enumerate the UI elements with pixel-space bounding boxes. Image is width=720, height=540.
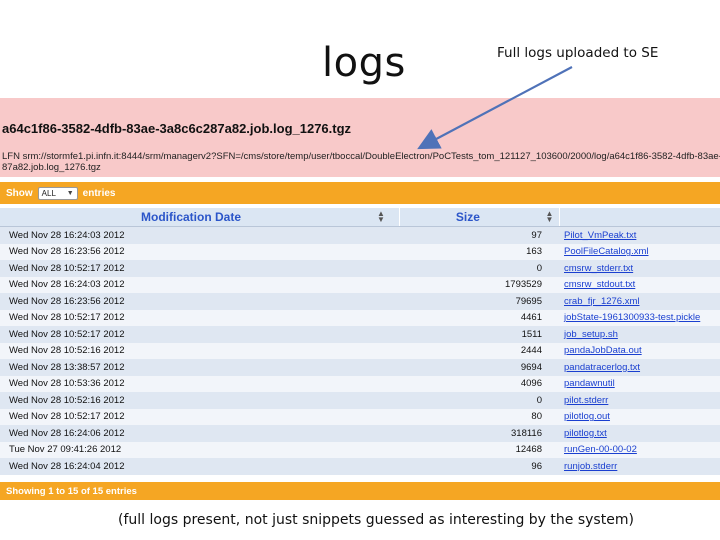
- callout-text: Full logs uploaded to SE: [497, 45, 659, 61]
- file-link[interactable]: PoolFileCatalog.xml: [542, 246, 720, 257]
- column-header-size[interactable]: Size ▲ ▼: [400, 208, 561, 226]
- table-row: Wed Nov 28 16:23:56 2012 163 PoolFileCatal…: [0, 243, 720, 260]
- modification-date-cell: Wed Nov 28 16:23:56 2012: [9, 246, 125, 258]
- size-cell: 163: [526, 246, 542, 258]
- modification-date-cell: Wed Nov 28 10:52:17 2012: [9, 328, 125, 340]
- size-cell: 2444: [520, 345, 542, 357]
- sort-icon: ▲ ▼: [376, 209, 385, 224]
- table-row: Wed Nov 28 16:24:03 2012 97 Pilot_VmPeak.t…: [0, 227, 720, 244]
- table-row: Wed Nov 28 16:24:04 2012 96 runjob.stderr: [0, 458, 720, 475]
- table-row: Wed Nov 28 10:53:36 2012 4096 pandawnutil: [0, 375, 720, 392]
- file-link[interactable]: Pilot_VmPeak.txt: [542, 230, 720, 241]
- table-row: Wed Nov 28 16:24:03 2012 1793529 cmsrw_std…: [0, 276, 720, 293]
- file-link[interactable]: jobState-1961300933-test.pickle: [542, 312, 720, 323]
- modification-date-cell: Wed Nov 28 10:52:17 2012: [9, 262, 125, 274]
- table-info: Showing 1 to 15 of 15 entries: [6, 485, 137, 497]
- log-browser-screenshot: a64c1f86-3582-4dfb-83ae-3a8c6c287a82.job…: [0, 98, 720, 500]
- file-header: a64c1f86-3582-4dfb-83ae-3a8c6c287a82.job…: [0, 98, 720, 177]
- table-row: Wed Nov 28 16:23:56 2012 79695 crab_fjr_12…: [0, 293, 720, 310]
- table-body: Wed Nov 28 16:24:03 2012 97 Pilot_VmPeak.t…: [0, 227, 720, 475]
- show-label: Show: [6, 187, 33, 199]
- table-info-bar: Showing 1 to 15 of 15 entries: [0, 482, 720, 500]
- column-header-file: [560, 208, 720, 226]
- file-link[interactable]: crab_fjr_1276.xml: [542, 296, 720, 307]
- modification-date-cell: Wed Nov 28 10:52:16 2012: [9, 345, 125, 357]
- file-name: a64c1f86-3582-4dfb-83ae-3a8c6c287a82.job…: [2, 121, 352, 136]
- size-cell: 97: [531, 229, 542, 241]
- table-row: Wed Nov 28 10:52:17 2012 1511 job_setup.sh: [0, 326, 720, 343]
- entries-label: entries: [82, 187, 116, 199]
- modification-date-cell: Tue Nov 27 09:41:26 2012: [9, 444, 122, 456]
- modification-date-cell: Wed Nov 28 10:53:36 2012: [9, 378, 125, 390]
- table-row: Wed Nov 28 10:52:17 2012 4461 jobState-196…: [0, 309, 720, 326]
- size-cell: 1511: [521, 328, 542, 340]
- size-cell: 4461: [520, 312, 542, 324]
- file-link[interactable]: job_setup.sh: [542, 329, 720, 340]
- file-link[interactable]: pilot.stderr: [542, 395, 720, 406]
- file-link[interactable]: pilotlog.txt: [542, 428, 720, 439]
- files-table: Modification Date ▲ ▼ Size ▲ ▼ Wed Nov 28 …: [0, 208, 720, 475]
- table-row: Wed Nov 28 13:38:57 2012 9694 pandatracerl…: [0, 359, 720, 376]
- size-cell: 4096: [520, 378, 542, 390]
- modification-date-cell: Wed Nov 28 16:24:06 2012: [9, 427, 125, 439]
- caption-text: (full logs present, not just snippets gu…: [118, 512, 634, 528]
- entries-length-select[interactable]: ALL ▼: [37, 186, 78, 200]
- size-cell: 9694: [520, 361, 542, 373]
- table-header: Modification Date ▲ ▼ Size ▲ ▼: [0, 208, 720, 227]
- size-cell: 318116: [511, 427, 542, 439]
- size-cell: 1793529: [505, 279, 542, 291]
- file-link[interactable]: pandaJobData.out: [542, 345, 720, 356]
- modification-date-cell: Wed Nov 28 10:52:17 2012: [9, 312, 125, 324]
- table-row: Wed Nov 28 16:24:06 2012 318116 pilotlog.t…: [0, 425, 720, 442]
- file-link[interactable]: runjob.stderr: [542, 461, 720, 472]
- table-row: Wed Nov 28 10:52:16 2012 2444 pandaJobData…: [0, 342, 720, 359]
- modification-date-cell: Wed Nov 28 16:24:04 2012: [9, 460, 125, 472]
- file-link[interactable]: cmsrw_stdout.txt: [542, 279, 720, 290]
- modification-date-cell: Wed Nov 28 16:24:03 2012: [9, 229, 125, 241]
- file-link[interactable]: pilotlog.out: [542, 411, 720, 422]
- sort-icon: ▲ ▼: [545, 209, 554, 224]
- size-cell: 96: [531, 460, 542, 472]
- table-length-bar: Show ALL ▼ entries: [0, 182, 720, 204]
- file-link[interactable]: cmsrw_stderr.txt: [542, 263, 720, 274]
- modification-date-cell: Wed Nov 28 16:24:03 2012: [9, 279, 125, 291]
- table-row: Tue Nov 27 09:41:26 2012 12468 runGen-00-0…: [0, 441, 720, 458]
- size-cell: 0: [536, 262, 542, 274]
- size-cell: 79695: [515, 295, 542, 307]
- table-row: Wed Nov 28 10:52:16 2012 0 pilot.stderr: [0, 392, 720, 409]
- size-cell: 0: [536, 394, 542, 406]
- file-link[interactable]: pandatracerlog.txt: [542, 362, 720, 373]
- lfn-path: LFN srm://stormfe1.pi.infn.it:8444/srm/m…: [2, 151, 720, 173]
- chevron-down-icon: ▼: [66, 189, 74, 197]
- modification-date-cell: Wed Nov 28 10:52:16 2012: [9, 394, 125, 406]
- column-header-modification-date[interactable]: Modification Date ▲ ▼: [0, 208, 400, 226]
- size-cell: 80: [531, 411, 542, 423]
- file-link[interactable]: pandawnutil: [542, 378, 720, 389]
- modification-date-cell: Wed Nov 28 16:23:56 2012: [9, 295, 125, 307]
- file-link[interactable]: runGen-00-00-02: [542, 444, 720, 455]
- slide-title: logs: [322, 40, 406, 86]
- size-cell: 12468: [515, 444, 542, 456]
- modification-date-cell: Wed Nov 28 10:52:17 2012: [9, 411, 125, 423]
- table-row: Wed Nov 28 10:52:17 2012 80 pilotlog.out: [0, 408, 720, 425]
- entries-length-value: ALL: [41, 188, 56, 198]
- table-row: Wed Nov 28 10:52:17 2012 0 cmsrw_stderr.tx…: [0, 260, 720, 277]
- modification-date-cell: Wed Nov 28 13:38:57 2012: [9, 361, 125, 373]
